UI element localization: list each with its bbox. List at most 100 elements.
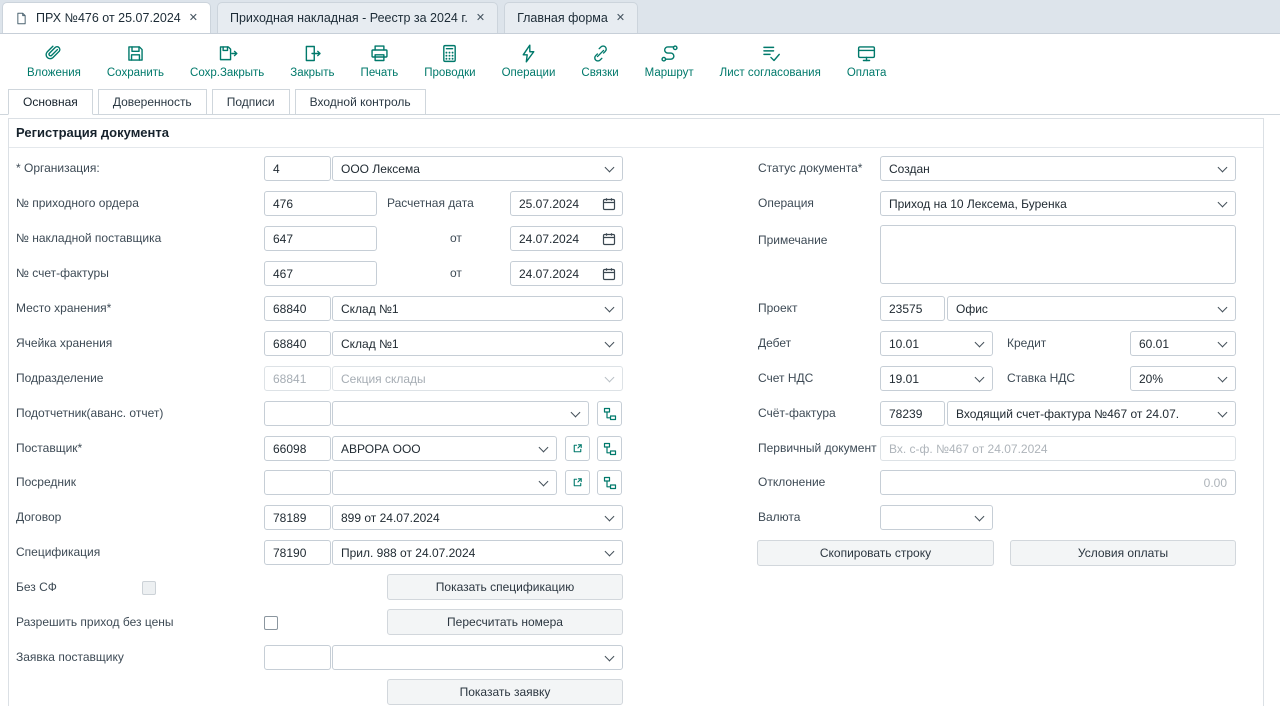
tab-main[interactable]: Основная [8, 89, 93, 115]
accountable-tree-button[interactable] [597, 401, 622, 426]
payment-terms-button[interactable]: Условия оплаты [1010, 540, 1236, 566]
debit-value: 10.01 [889, 337, 919, 351]
window-tab-main-form[interactable]: Главная форма ✕ [504, 2, 638, 33]
tab-input-control[interactable]: Входной контроль [295, 89, 426, 115]
chevron-down-icon [1218, 373, 1228, 383]
tab-power-of-attorney[interactable]: Доверенность [98, 89, 207, 115]
window-tab-register[interactable]: Приходная накладная - Реестр за 2024 г. … [217, 2, 498, 33]
route-icon [659, 43, 680, 64]
calculator-icon [439, 43, 460, 64]
status-value: Создан [889, 162, 930, 176]
mediator-select[interactable] [332, 470, 557, 495]
calendar-icon[interactable] [602, 197, 616, 214]
specification-code-input[interactable]: 78190 [264, 540, 331, 565]
toolbar-print[interactable]: Печать [348, 43, 412, 79]
operation-select[interactable]: Приход на 10 Лексема, Буренка [880, 191, 1236, 216]
toolbar-links[interactable]: Связки [568, 43, 631, 79]
allow-no-price-checkbox[interactable] [264, 616, 278, 630]
vat-rate-select[interactable]: 20% [1130, 366, 1236, 391]
invoice-date-input[interactable]: 24.07.2024 [510, 261, 623, 286]
credit-select[interactable]: 60.01 [1130, 331, 1236, 356]
close-tab-icon[interactable]: ✕ [476, 13, 485, 24]
copy-row-button[interactable]: Скопировать строку [757, 540, 994, 566]
close-tab-icon[interactable]: ✕ [189, 13, 198, 24]
window-tab-document[interactable]: ПРХ №476 от 25.07.2024 ✕ [2, 2, 211, 33]
vat-rate-value: 20% [1139, 372, 1163, 386]
toolbar-close[interactable]: Закрыть [277, 43, 347, 79]
project-select[interactable]: Офис [947, 296, 1236, 321]
settlement-date-input[interactable]: 25.07.2024 [510, 191, 623, 216]
supplier-code-input[interactable]: 66098 [264, 436, 331, 461]
storage-value: Склад №1 [341, 302, 399, 316]
calendar-icon[interactable] [602, 232, 616, 249]
show-specification-button[interactable]: Показать спецификацию [387, 574, 623, 600]
cell-select[interactable]: Склад №1 [332, 331, 623, 356]
chevron-down-icon [605, 652, 615, 662]
toolbar-label: Вложения [27, 67, 81, 79]
tab-signatures[interactable]: Подписи [212, 89, 290, 115]
supplier-invoice-no-input[interactable]: 647 [264, 226, 377, 251]
invoice-ref-code-input[interactable]: 78239 [880, 401, 945, 426]
supplier-request-select[interactable] [332, 645, 623, 670]
vat-account-select[interactable]: 19.01 [880, 366, 993, 391]
toolbar-operations[interactable]: Операции [489, 43, 569, 79]
debit-select[interactable]: 10.01 [880, 331, 993, 356]
supplier-value: АВРОРА ООО [341, 442, 421, 456]
supplier-select[interactable]: АВРОРА ООО [332, 436, 557, 461]
contract-code-input[interactable]: 78189 [264, 505, 331, 530]
status-select[interactable]: Создан [880, 156, 1236, 181]
window-tab-label: Главная форма [517, 11, 608, 25]
specification-select[interactable]: Прил. 988 от 24.07.2024 [332, 540, 623, 565]
form-tab-bar: Основная Доверенность Подписи Входной ко… [0, 88, 1280, 115]
chevron-down-icon [605, 373, 615, 383]
contract-select[interactable]: 899 от 24.07.2024 [332, 505, 623, 530]
chevron-down-icon [975, 512, 985, 522]
storage-code-input[interactable]: 68840 [264, 296, 331, 321]
accountable-code-input[interactable] [264, 401, 331, 426]
org-code-input[interactable]: 4 [264, 156, 331, 181]
toolbar-save-close[interactable]: Сохр.Закрыть [177, 43, 277, 79]
calendar-icon[interactable] [602, 267, 616, 284]
supplier-tree-button[interactable] [597, 436, 622, 461]
toolbar-label: Операции [502, 67, 556, 79]
vat-account-value: 19.01 [889, 372, 919, 386]
chevron-down-icon [539, 477, 549, 487]
project-code-input[interactable]: 23575 [880, 296, 945, 321]
department-value: Секция склады [341, 372, 426, 386]
vat-account-label: Счет НДС [758, 366, 813, 391]
storage-select[interactable]: Склад №1 [332, 296, 623, 321]
close-tab-icon[interactable]: ✕ [616, 13, 625, 24]
toolbar-attachments[interactable]: Вложения [14, 43, 94, 79]
note-textarea[interactable] [880, 225, 1236, 284]
status-label: Статус документа* [758, 156, 862, 181]
credit-label: Кредит [1007, 331, 1046, 356]
toolbar-payment[interactable]: Оплата [834, 43, 900, 79]
show-request-button[interactable]: Показать заявку [387, 679, 623, 705]
supplier-request-code-input[interactable] [264, 645, 331, 670]
org-select[interactable]: ООО Лексема [332, 156, 623, 181]
toolbar-save[interactable]: Сохранить [94, 43, 177, 79]
toolbar-postings[interactable]: Проводки [411, 43, 488, 79]
invoice-no-input[interactable]: 467 [264, 261, 377, 286]
toolbar-route[interactable]: Маршрут [632, 43, 707, 79]
supplier-invoice-date-value: 24.07.2024 [519, 232, 579, 246]
operation-label: Операция [758, 191, 814, 216]
open-external-icon [571, 442, 584, 455]
supplier-invoice-no-label: № накладной поставщика [16, 226, 161, 251]
toolbar-label: Сохр.Закрыть [190, 67, 264, 79]
currency-select[interactable] [880, 505, 993, 530]
toolbar-approval-sheet[interactable]: Лист согласования [707, 43, 834, 79]
cell-code-input[interactable]: 68840 [264, 331, 331, 356]
mediator-code-input[interactable] [264, 470, 331, 495]
supplier-invoice-date-input[interactable]: 24.07.2024 [510, 226, 623, 251]
accountable-select[interactable] [332, 401, 589, 426]
checklist-icon [760, 43, 781, 64]
save-icon [125, 43, 146, 64]
mediator-open-card-button[interactable] [565, 470, 590, 495]
supplier-open-card-button[interactable] [565, 436, 590, 461]
order-no-input[interactable]: 476 [264, 191, 377, 216]
mediator-tree-button[interactable] [597, 470, 622, 495]
invoice-ref-select[interactable]: Входящий счет-фактура №467 от 24.07. [947, 401, 1236, 426]
toolbar-label: Маршрут [645, 67, 694, 79]
recalculate-numbers-button[interactable]: Пересчитать номера [387, 609, 623, 635]
